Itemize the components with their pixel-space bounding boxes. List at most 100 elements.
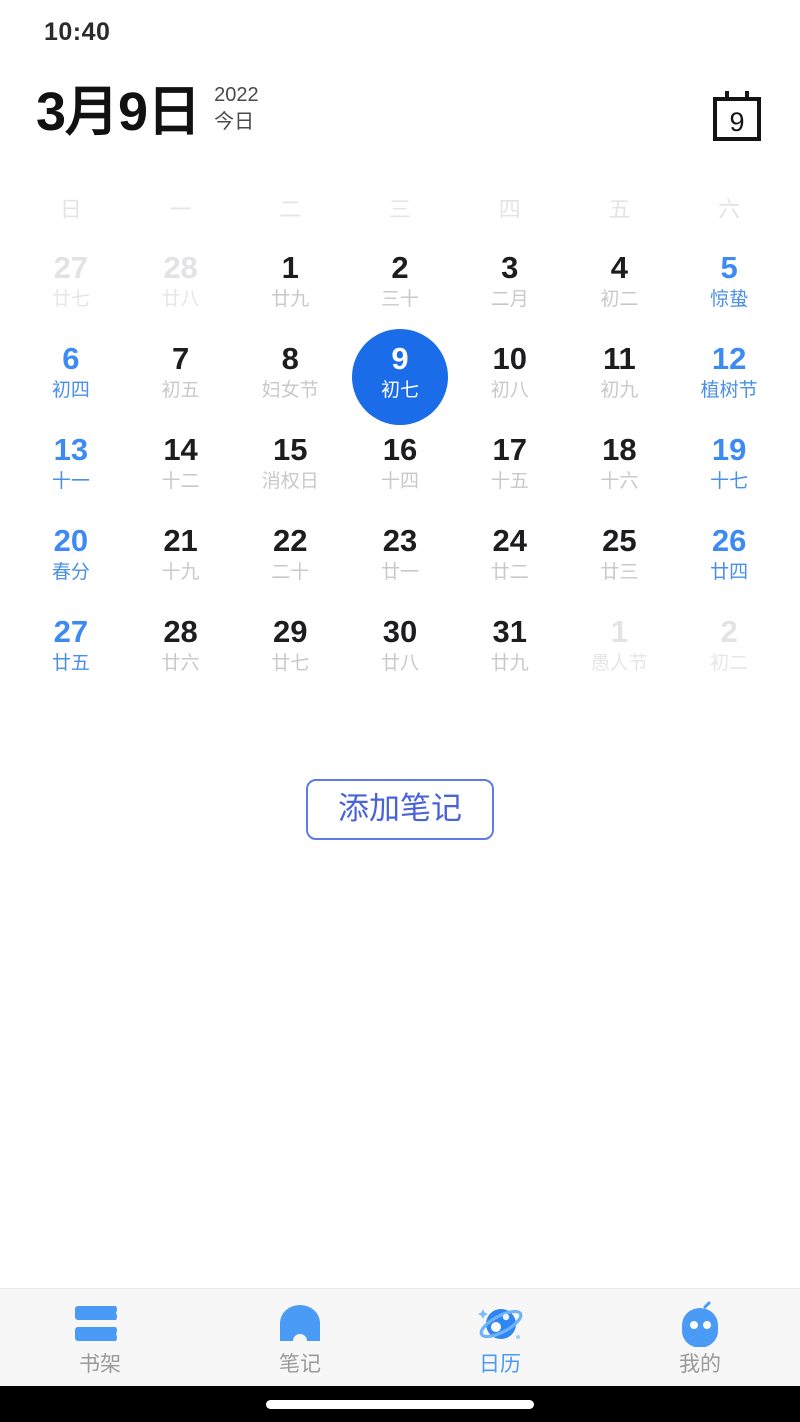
- status-bar: 10:40: [0, 0, 800, 64]
- day-number: 26: [711, 523, 747, 558]
- day-number: 27: [53, 250, 89, 285]
- calendar-day-cell[interactable]: 2 三十: [345, 246, 455, 337]
- calendar-day-cell[interactable]: 17 十五: [455, 428, 565, 519]
- day-number: 10: [492, 341, 527, 376]
- calendar-day-cell[interactable]: 1 愚人节: [565, 610, 675, 701]
- weekday-sun: 日: [59, 197, 82, 222]
- day-number: 4: [610, 250, 629, 285]
- day-number: 17: [492, 432, 527, 467]
- day-number: 27: [53, 614, 89, 649]
- day-number: 2: [720, 614, 738, 649]
- tab-bookshelf[interactable]: 书架: [0, 1301, 200, 1375]
- day-number: 8: [281, 341, 299, 376]
- calendar-day-cell[interactable]: 16 十四: [345, 428, 455, 519]
- calendar-day-cell[interactable]: 1 廿九: [235, 246, 345, 337]
- day-lunar-label: 三十: [380, 288, 419, 310]
- tab-calendar[interactable]: 日历: [400, 1301, 600, 1375]
- calendar-day-cell[interactable]: 23 廿一: [345, 519, 455, 610]
- calendar-day-cell[interactable]: 12 植树节: [674, 337, 784, 428]
- day-number: 11: [603, 341, 636, 376]
- calendar-day-cell[interactable]: 31 廿九: [455, 610, 565, 701]
- day-number: 7: [171, 341, 190, 376]
- day-number: 24: [492, 523, 527, 558]
- day-lunar-label: 消权日: [261, 470, 319, 492]
- tab-mine[interactable]: 我的: [600, 1301, 800, 1375]
- day-number: 1: [281, 250, 299, 285]
- calendar-day-cell[interactable]: 29 廿七: [235, 610, 345, 701]
- day-lunar-label: 初九: [600, 379, 639, 401]
- calendar-day-cell[interactable]: 27 廿五: [16, 610, 126, 701]
- calendar-day-cell[interactable]: 26 廿四: [674, 519, 784, 610]
- calendar-day-cell[interactable]: 14 十二: [126, 428, 236, 519]
- day-number: 1: [610, 614, 629, 649]
- day-number: 23: [382, 523, 418, 558]
- day-lunar-label: 廿三: [600, 561, 639, 583]
- bookshelf-icon: [74, 1301, 126, 1347]
- day-number: 30: [382, 614, 418, 649]
- calendar-icon-day-number: 9: [729, 107, 744, 137]
- day-number: 12: [711, 341, 747, 376]
- calendar-day-cell[interactable]: 6 初四: [16, 337, 126, 428]
- day-lunar-label: 十一: [51, 470, 90, 492]
- day-number: 22: [273, 523, 308, 558]
- day-lunar-label: 惊蛰: [710, 288, 749, 310]
- day-number: 25: [602, 523, 637, 558]
- tab-notes[interactable]: 笔记: [200, 1301, 400, 1375]
- day-number: 9: [391, 341, 409, 376]
- add-note-button[interactable]: 添加笔记: [306, 779, 494, 840]
- day-lunar-label: 愚人节: [590, 652, 648, 674]
- day-lunar-label: 初二: [710, 652, 749, 674]
- calendar-day-cell[interactable]: 13 十一: [16, 428, 126, 519]
- calendar-day-cell[interactable]: 7 初五: [126, 337, 236, 428]
- day-number: 15: [273, 432, 308, 467]
- calendar-day-cell[interactable]: 2 初二: [674, 610, 784, 701]
- calendar-day-cell[interactable]: 24 廿二: [455, 519, 565, 610]
- note-arch-icon: [274, 1301, 326, 1347]
- day-lunar-label: 二月: [490, 288, 529, 310]
- calendar-day-cell[interactable]: 19 十七: [674, 428, 784, 519]
- calendar-day-cell[interactable]: 8 妇女节: [235, 337, 345, 428]
- header-today-label: 今日: [214, 111, 255, 133]
- calendar-day-cell[interactable]: 22 二十: [235, 519, 345, 610]
- calendar-day-cell[interactable]: 4 初二: [565, 246, 675, 337]
- calendar-day-cell[interactable]: 20 春分: [16, 519, 126, 610]
- calendar-day-icon[interactable]: 9: [710, 82, 764, 141]
- day-lunar-label: 十九: [161, 561, 200, 583]
- calendar-day-cell[interactable]: 10 初八: [455, 337, 565, 428]
- calendar-day-cell[interactable]: 21 十九: [126, 519, 236, 610]
- bottom-tab-bar: 书架 笔记 日历 我的: [0, 1288, 800, 1386]
- day-number: 2: [391, 250, 409, 285]
- calendar-day-cell[interactable]: 15 消权日: [235, 428, 345, 519]
- calendar-day-cell[interactable]: 5 惊蛰: [674, 246, 784, 337]
- calendar-day-cell[interactable]: 28 廿六: [126, 610, 236, 701]
- calendar-day-cell[interactable]: 9 初七: [345, 329, 455, 428]
- weekday-wed: 三: [388, 197, 411, 222]
- day-number: 18: [602, 432, 637, 467]
- calendar-day-cell[interactable]: 11 初九: [565, 337, 675, 428]
- day-lunar-label: 廿九: [490, 652, 529, 674]
- weekday-sat: 六: [718, 197, 741, 222]
- calendar-grid: 27 廿七 28 廿八 1 廿九 2 三十 3 二月 4 初二 5 惊蛰 6 初四 7 初五 8 妇女节 9 初七 10 初八…: [0, 224, 800, 701]
- calendar-day-cell[interactable]: 30 廿八: [345, 610, 455, 701]
- content-filler: [0, 840, 800, 1288]
- day-number: 21: [163, 523, 198, 558]
- calendar-day-cell[interactable]: 28 廿八: [126, 246, 236, 337]
- weekday-mon: 一: [169, 197, 192, 222]
- home-indicator[interactable]: [266, 1399, 534, 1409]
- calendar-day-cell[interactable]: 3 二月: [455, 246, 565, 337]
- calendar-day-cell[interactable]: 27 廿七: [16, 246, 126, 337]
- day-number: 5: [720, 250, 738, 285]
- day-lunar-label: 廿五: [51, 652, 90, 674]
- calendar-day-cell[interactable]: 18 十六: [565, 428, 675, 519]
- header-year: 2022: [214, 84, 259, 106]
- day-lunar-label: 春分: [51, 561, 90, 583]
- day-lunar-label: 初七: [380, 379, 419, 401]
- day-lunar-label: 廿四: [710, 561, 749, 583]
- header-date-block: 3月9日 2022 今日: [36, 82, 259, 139]
- weekday-fri: 五: [608, 197, 631, 222]
- day-lunar-label: 十五: [490, 470, 529, 492]
- calendar-day-cell[interactable]: 25 廿三: [565, 519, 675, 610]
- day-lunar-label: 初八: [490, 379, 529, 401]
- day-number: 13: [53, 432, 89, 467]
- tab-label-notes: 笔记: [279, 1352, 321, 1376]
